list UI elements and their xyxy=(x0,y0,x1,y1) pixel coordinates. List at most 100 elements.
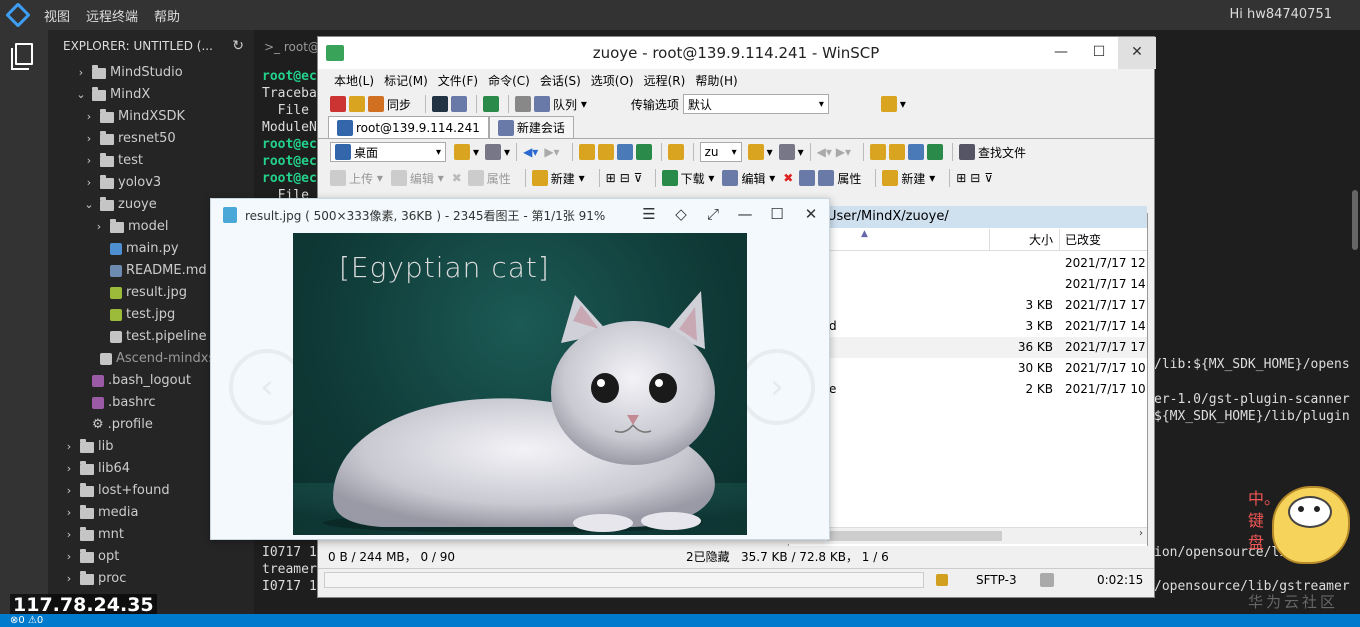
table-row[interactable]: 36 KB 2021/7/17 17: xyxy=(787,337,1147,358)
remote-edit-button[interactable]: 编辑 ▾ xyxy=(722,170,775,187)
chevron-down-icon[interactable]: ⌄ xyxy=(82,194,96,216)
download-button[interactable]: 下载 ▾ xyxy=(661,170,714,187)
remote-refresh-icon[interactable] xyxy=(926,144,943,160)
top-menu-item[interactable]: 帮助 xyxy=(146,6,188,25)
minimize-button[interactable]: — xyxy=(1042,37,1080,69)
transfer-options-select[interactable]: 默认 xyxy=(682,94,829,114)
scroll-right-icon[interactable]: › xyxy=(1139,528,1143,539)
terminal-scrollbar[interactable] xyxy=(1352,190,1358,250)
chevron-right-icon[interactable]: › xyxy=(62,568,76,590)
upload-button[interactable]: 上传 ▾ xyxy=(330,170,383,187)
remote-open-folder-icon[interactable] xyxy=(747,144,764,160)
chevron-right-icon[interactable]: › xyxy=(82,172,96,194)
chevron-down-icon[interactable]: ⌄ xyxy=(74,84,88,106)
explorer-item[interactable]: › resnet50 xyxy=(48,128,254,150)
chevron-right-icon[interactable]: › xyxy=(62,502,76,524)
viewer-skin-icon[interactable]: ◇ xyxy=(671,205,691,223)
maximize-button[interactable]: ☐ xyxy=(1080,37,1118,69)
explorer-item[interactable]: › test xyxy=(48,150,254,172)
back-icon[interactable]: ◀▾ xyxy=(523,145,538,159)
table-row[interactable]: 30 KB 2021/7/17 10: xyxy=(787,358,1147,379)
explorer-item[interactable]: › yolov3 xyxy=(48,172,254,194)
chevron-right-icon[interactable]: › xyxy=(62,546,76,568)
explorer-item[interactable]: › MindXSDK xyxy=(48,106,254,128)
viewer-minimize-button[interactable]: — xyxy=(735,205,755,223)
winscp-menu-item[interactable]: 文件(F) xyxy=(438,72,478,89)
remote-back-icon[interactable]: ◀▾ ▶▾ xyxy=(817,145,851,159)
filter-icon[interactable] xyxy=(485,144,502,160)
remote-home-dir-icon[interactable] xyxy=(907,144,924,160)
remote-hscrollbar[interactable]: › xyxy=(787,527,1147,544)
tab-new-session[interactable]: 新建会话 xyxy=(488,116,574,138)
table-row[interactable]: e 2 KB 2021/7/17 10: xyxy=(787,379,1147,400)
preferences-gear-icon[interactable] xyxy=(515,96,532,112)
chevron-right-icon[interactable]: › xyxy=(62,480,76,502)
table-row[interactable]: 2021/7/17 14: xyxy=(787,274,1147,295)
problems-count[interactable]: ⊗0 ⚠0 xyxy=(10,615,43,626)
viewer-maximize-button[interactable]: ☐ xyxy=(767,205,787,223)
close-button[interactable]: ✕ xyxy=(1118,37,1156,69)
top-menu-item[interactable]: 远程终端 xyxy=(78,6,146,25)
winscp-menu-item[interactable]: 远程(R) xyxy=(644,72,686,89)
unselect-icon[interactable]: ⊟ xyxy=(620,171,630,185)
chevron-right-icon[interactable]: › xyxy=(74,62,88,84)
winscp-menu-item[interactable]: 本地(L) xyxy=(334,72,374,89)
queue-button[interactable]: 队列 ▾ xyxy=(534,96,587,113)
chevron-right-icon[interactable]: › xyxy=(82,106,96,128)
winscp-menu-item[interactable]: 帮助(H) xyxy=(695,72,737,89)
local-path-select[interactable]: 桌面 xyxy=(330,142,446,162)
synchronize-icon[interactable] xyxy=(349,96,365,112)
chevron-right-icon[interactable]: › xyxy=(82,150,96,172)
compare-icon[interactable] xyxy=(330,96,346,112)
explorer-item[interactable]: › MindStudio xyxy=(48,62,254,84)
chevron-right-icon[interactable]: › xyxy=(92,216,106,238)
user-greeting[interactable]: Hi hw84740751 xyxy=(1229,0,1332,30)
winscp-menu-item[interactable]: 命令(C) xyxy=(488,72,530,89)
winscp-menu-item[interactable]: 标记(M) xyxy=(384,72,428,89)
local-edit-button[interactable]: 编辑 ▾ xyxy=(390,170,444,187)
transfer-settings-icon[interactable] xyxy=(880,96,897,112)
viewer-fullscreen-icon[interactable]: ⤢ xyxy=(703,205,723,223)
parent-dir-icon[interactable] xyxy=(578,144,595,160)
remote-parent-dir-icon[interactable] xyxy=(869,144,886,160)
winscp-menu-item[interactable]: 选项(O) xyxy=(591,72,634,89)
explorer-item[interactable]: › opt xyxy=(48,546,254,568)
viewer-close-button[interactable]: ✕ xyxy=(801,205,821,223)
refresh-remote-icon[interactable] xyxy=(483,96,500,112)
remote-path-select[interactable]: zu xyxy=(699,142,742,162)
files-icon[interactable] xyxy=(0,30,48,78)
remote-delete-icon[interactable]: ✖ xyxy=(783,171,793,185)
winscp-menu-item[interactable]: 会话(S) xyxy=(540,72,581,89)
sync-button[interactable]: 同步 xyxy=(368,96,411,113)
putty-icon[interactable] xyxy=(451,96,468,112)
console-icon[interactable] xyxy=(432,96,449,112)
remote-filter-icon[interactable] xyxy=(778,144,795,160)
chevron-right-icon[interactable]: › xyxy=(62,436,76,458)
delete-icon[interactable]: ✖ xyxy=(452,171,462,185)
remote-filter-select-icon[interactable]: ⊽ xyxy=(984,171,993,185)
refresh-icon[interactable]: ↻ xyxy=(232,38,244,54)
tab-session-root[interactable]: root@139.9.114.241 xyxy=(328,116,489,138)
tree-icon[interactable] xyxy=(667,144,684,160)
remote-select-all-icon[interactable]: ⊞ xyxy=(956,171,966,185)
explorer-item[interactable]: › proc xyxy=(48,568,254,590)
chevron-right-icon[interactable]: › xyxy=(82,128,96,150)
viewer-menu-icon[interactable]: ☰ xyxy=(639,205,659,223)
table-row[interactable]: 2021/7/17 12: xyxy=(787,253,1147,274)
modified-column-header[interactable]: 已改变 xyxy=(1065,229,1101,251)
top-menu-item[interactable]: 视图 xyxy=(36,6,78,25)
hscroll-thumb[interactable] xyxy=(827,531,1002,541)
table-row[interactable]: 3 KB 2021/7/17 17: xyxy=(787,295,1147,316)
find-files-button[interactable]: 查找文件 xyxy=(958,144,1026,161)
size-column-header[interactable]: 大小 xyxy=(987,229,1053,251)
root-dir-icon[interactable] xyxy=(597,144,614,160)
forward-icon[interactable]: ▶▾ xyxy=(544,145,559,159)
remote-properties-button[interactable]: 属性 xyxy=(818,170,861,187)
filter-select-icon[interactable]: ⊽ xyxy=(634,171,643,185)
remote-new-button[interactable]: 新建 ▾ xyxy=(882,170,935,187)
chevron-right-icon[interactable]: › xyxy=(62,458,76,480)
remote-unselect-icon[interactable]: ⊟ xyxy=(970,171,980,185)
select-all-icon[interactable]: ⊞ xyxy=(606,171,616,185)
local-new-button[interactable]: 新建 ▾ xyxy=(531,170,585,187)
explorer-item[interactable]: ⌄ MindX xyxy=(48,84,254,106)
